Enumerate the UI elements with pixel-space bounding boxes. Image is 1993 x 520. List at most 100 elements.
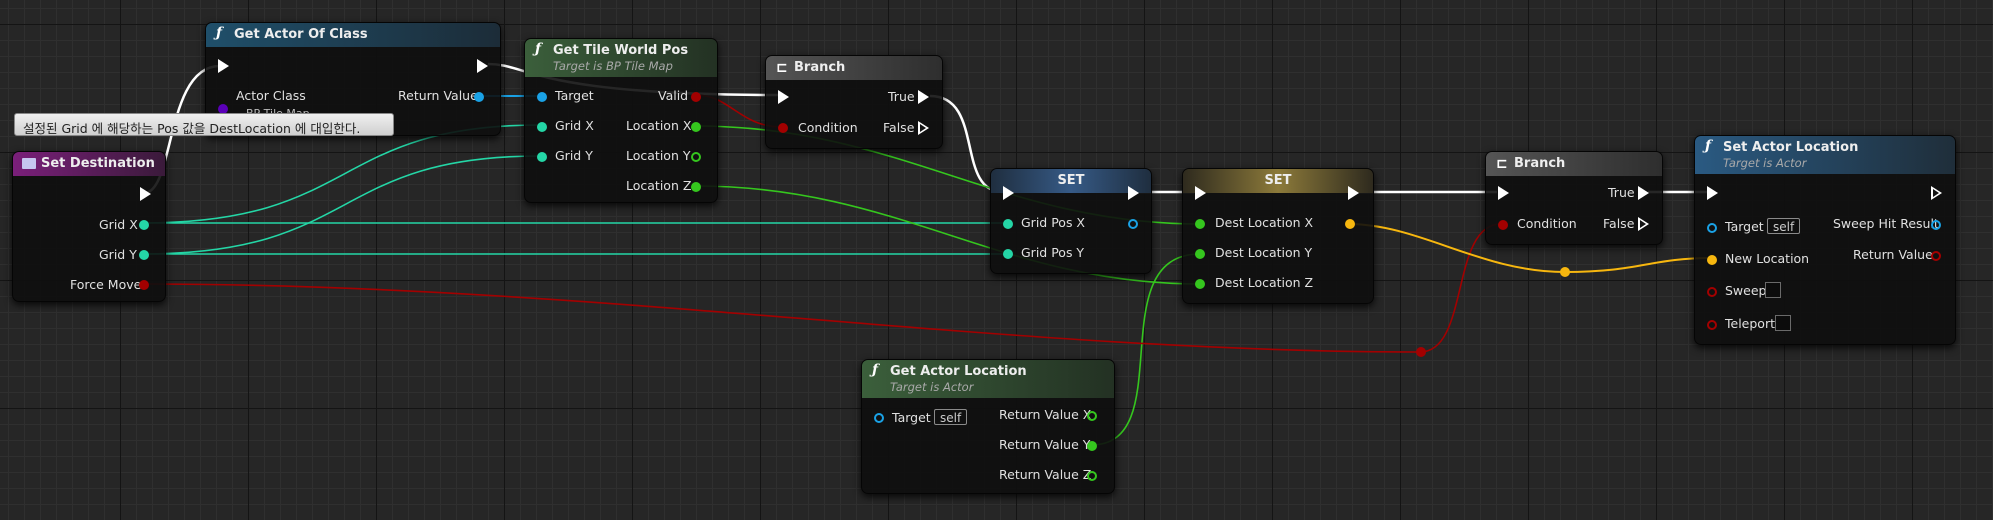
object-in-pin[interactable] [1707,223,1717,233]
exec-out-pin[interactable] [918,121,929,135]
pin-label-return-x: Return Value X [999,407,1092,422]
function-icon: ƒ [216,25,223,41]
node-set-actor-location[interactable]: ƒ Set Actor Location Target is Actor Tar… [1694,135,1956,345]
node-header: ƒ Get Tile World Pos Target is BP Tile M… [525,39,717,77]
node-subtitle: Target is BP Tile Map [553,59,673,73]
float-out-pin[interactable] [691,122,701,132]
target-self-field[interactable]: self [1767,218,1801,234]
object-in-pin[interactable] [874,413,884,423]
exec-in-pin[interactable] [778,90,789,104]
branch-icon: ⊏ [1496,156,1508,172]
bool-out-pin[interactable] [139,280,149,290]
pin-label-actor-class: Actor Class [236,88,306,103]
pin-label-condition: Condition [1517,216,1577,231]
float-in-pin[interactable] [1195,279,1205,289]
struct-in-pin[interactable] [1707,255,1717,265]
node-header: Set Destination [13,152,165,176]
pin-label-grid-x: Grid X [555,118,594,133]
pin-label-sweep: Sweep [1725,283,1767,298]
node-header: ⊏ Branch [1486,152,1662,176]
node-set-grid-pos[interactable]: SET Grid Pos X Grid Pos Y [990,168,1152,274]
function-icon: ƒ [535,41,542,57]
float-in-pin[interactable] [1195,249,1205,259]
bool-in-pin[interactable] [1498,220,1508,230]
pin-label-target: Target [555,88,594,103]
integer-wire [142,155,541,255]
pin-label-false: False [883,120,915,135]
node-title: Get Actor Of Class [234,27,368,42]
integer-in-pin[interactable] [1003,249,1013,259]
reroute-knot[interactable] [1416,347,1426,357]
integer-out-pin[interactable] [139,220,149,230]
pin-label-location-z: Location Z [626,178,692,193]
exec-out-pin[interactable] [477,59,488,73]
pin-label-force-move: Force Move [70,277,142,292]
pin-label-new-location: New Location [1725,251,1810,266]
node-title: Set Destination [41,156,155,171]
integer-out-pin[interactable] [1128,219,1138,229]
exec-out-pin[interactable] [1128,186,1139,200]
node-header: ƒ Get Actor Of Class [206,23,500,47]
node-set-dest-location[interactable]: SET Dest Location X Dest Location Y Dest… [1182,168,1374,304]
node-subtitle: Target is Actor [1723,156,1807,170]
float-in-pin[interactable] [1195,219,1205,229]
pin-label-dest-y: Dest Location Y [1215,245,1313,260]
node-header: ƒ Set Actor Location Target is Actor [1695,136,1955,174]
pin-label-target: Target [1725,219,1764,234]
node-header: ⊏ Branch [766,56,942,80]
pin-label-return-value: Return Value [398,88,478,103]
exec-in-pin[interactable] [1195,186,1206,200]
node-get-tile-world-pos[interactable]: ƒ Get Tile World Pos Target is BP Tile M… [524,38,718,203]
teleport-checkbox[interactable] [1775,315,1791,331]
pin-label-grid-pos-y: Grid Pos Y [1021,245,1085,260]
exec-out-pin[interactable] [1638,186,1649,200]
node-title: Branch [1514,156,1566,171]
pin-label-return-value: Return Value [1853,247,1933,262]
node-set-destination[interactable]: Set Destination Grid X Grid Y Force Move [12,151,166,302]
exec-out-pin[interactable] [918,90,929,104]
pin-label-grid-y: Grid Y [555,148,593,163]
object-out-pin[interactable] [474,92,484,102]
node-branch[interactable]: ⊏ Branch Condition True False [1485,151,1663,245]
integer-in-pin[interactable] [537,152,547,162]
exec-in-pin[interactable] [1003,186,1014,200]
struct-out-pin[interactable] [1931,220,1941,230]
exec-out-pin[interactable] [1638,217,1649,231]
target-self-field[interactable]: self [934,409,968,425]
node-get-actor-location[interactable]: ƒ Get Actor Location Target is Actor Tar… [861,359,1115,494]
exec-in-pin[interactable] [1498,186,1509,200]
object-in-pin[interactable] [537,92,547,102]
float-out-pin[interactable] [1087,441,1097,451]
node-branch[interactable]: ⊏ Branch Condition True False [765,55,943,149]
pin-label-return-z: Return Value Z [999,467,1092,482]
integer-in-pin[interactable] [537,122,547,132]
float-out-pin[interactable] [691,152,701,162]
branch-icon: ⊏ [776,60,788,76]
integer-out-pin[interactable] [139,250,149,260]
pin-label-grid-x: Grid X [99,217,138,232]
pin-label-true: True [888,89,915,104]
node-title: SET [1264,173,1292,188]
float-out-pin[interactable] [691,182,701,192]
comment-bubble[interactable]: 설정된 Grid 에 해당하는 Pos 값을 DestLocation 에 대입… [14,113,394,136]
exec-out-pin[interactable] [1931,186,1942,200]
exec-out-pin[interactable] [1348,186,1359,200]
bool-out-pin[interactable] [1931,251,1941,261]
bool-out-pin[interactable] [691,92,701,102]
struct-out-pin[interactable] [1345,219,1355,229]
pin-label-true: True [1608,185,1635,200]
exec-out-pin[interactable] [140,187,151,201]
float-out-pin[interactable] [1087,471,1097,481]
function-icon: ƒ [872,362,879,378]
sweep-checkbox[interactable] [1765,282,1781,298]
bool-in-pin[interactable] [778,123,788,133]
integer-in-pin[interactable] [1003,219,1013,229]
bool-in-pin[interactable] [1707,287,1717,297]
bool-in-pin[interactable] [1707,320,1717,330]
exec-in-pin[interactable] [1707,186,1718,200]
comment-text: 설정된 Grid 에 해당하는 Pos 값을 DestLocation 에 대입… [23,121,361,136]
node-header: SET [991,169,1151,193]
reroute-knot[interactable] [1560,267,1570,277]
exec-in-pin[interactable] [218,59,229,73]
float-out-pin[interactable] [1087,411,1097,421]
